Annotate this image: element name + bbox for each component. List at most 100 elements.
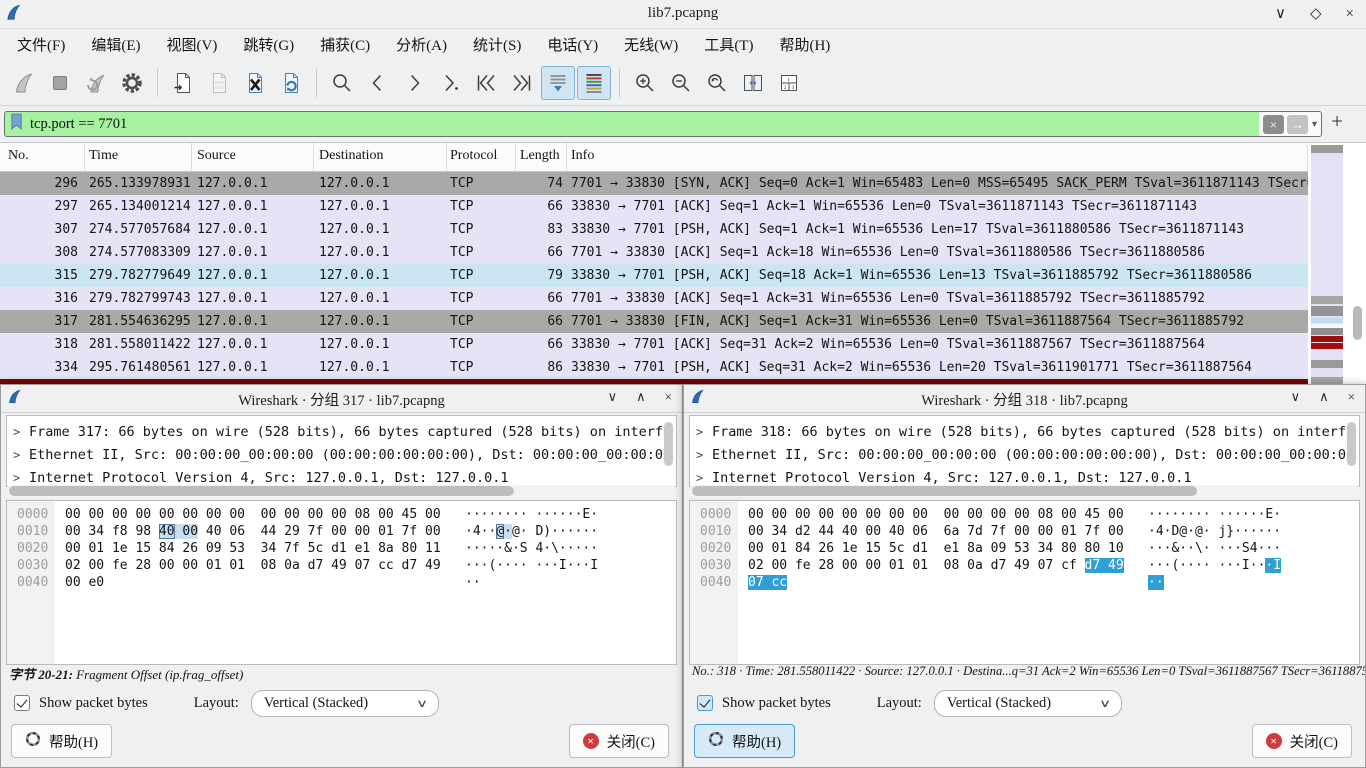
hex-line[interactable]: 000000 00 00 00 00 00 00 00 00 00 00 00 … [690, 506, 1359, 523]
packet-row-318[interactable]: 318281.558011422127.0.0.1127.0.0.1TCP663… [0, 333, 1308, 356]
bookmark-icon[interactable] [10, 113, 23, 135]
column-header-len[interactable]: Length [516, 143, 567, 171]
restart-capture-icon[interactable] [79, 66, 113, 100]
find-packet-icon[interactable] [325, 66, 359, 100]
go-last-packet-icon[interactable] [505, 66, 539, 100]
packet-row-315[interactable]: 315279.782779649127.0.0.1127.0.0.1TCP793… [0, 264, 1308, 287]
minimize-button[interactable]: ∨ [1291, 389, 1301, 405]
column-header-dst[interactable]: Destination [314, 143, 447, 171]
column-header-src[interactable]: Source [192, 143, 314, 171]
filter-dropdown-caret-icon[interactable]: ▾ [1312, 119, 1317, 130]
column-header-time[interactable]: Time [85, 143, 192, 171]
go-to-packet-icon[interactable] [433, 66, 467, 100]
tree-item[interactable]: >Ethernet II, Src: 00:00:00_00:00:00 (00… [7, 443, 676, 466]
hex-line[interactable]: 002000 01 84 26 1e 15 5c d1 e1 8a 09 53 … [690, 540, 1359, 557]
packet-row-307[interactable]: 307274.577057684127.0.0.1127.0.0.1TCP833… [0, 218, 1308, 241]
auto-scroll-icon[interactable] [541, 66, 575, 100]
packet-row-334[interactable]: 334295.761480561127.0.0.1127.0.0.1TCP863… [0, 356, 1308, 379]
expander-icon[interactable]: > [13, 471, 29, 485]
column-header-info[interactable]: Info [567, 143, 1308, 171]
display-filter-input[interactable]: tcp.port == 7701 [5, 112, 1259, 136]
colorize-packets-icon[interactable] [577, 66, 611, 100]
expander-icon[interactable]: > [13, 448, 29, 462]
minimize-button[interactable]: ∨ [1275, 4, 1286, 24]
close-button[interactable]: × [665, 389, 672, 405]
maximize-button[interactable]: ∧ [1319, 389, 1329, 405]
menu-item[interactable]: 统计(S) [460, 30, 534, 59]
menu-item[interactable]: 文件(F) [4, 30, 78, 59]
help-button[interactable]: 帮助(H) [11, 724, 112, 758]
close-button[interactable]: × [1348, 389, 1355, 405]
zoom-in-icon[interactable] [628, 66, 662, 100]
capture-options-icon[interactable] [115, 66, 149, 100]
hex-line[interactable]: 004000 e0·· [7, 574, 676, 591]
scrollbar-minimap[interactable] [1311, 145, 1343, 384]
show-packet-bytes-checkbox[interactable] [14, 695, 30, 711]
menu-item[interactable]: 无线(W) [611, 30, 691, 59]
column-header-no[interactable]: No. [0, 143, 85, 171]
tree-item[interactable]: >Frame 317: 66 bytes on wire (528 bits),… [7, 420, 676, 443]
menu-item[interactable]: 编辑(E) [78, 30, 153, 59]
hex-line[interactable]: 000000 00 00 00 00 00 00 00 00 00 00 00 … [7, 506, 676, 523]
menu-item[interactable]: 电话(Y) [534, 30, 611, 59]
save-file-icon[interactable]: 01010110 [202, 66, 236, 100]
hex-line[interactable]: 002000 01 1e 15 84 26 09 53 34 7f 5c d1 … [7, 540, 676, 557]
horizontal-scrollbar[interactable] [6, 485, 677, 497]
hex-line[interactable]: 001000 34 d2 44 40 00 40 06 6a 7d 7f 00 … [690, 523, 1359, 540]
menu-item[interactable]: 工具(T) [691, 30, 766, 59]
start-capture-icon[interactable] [7, 66, 41, 100]
expander-icon[interactable]: > [13, 425, 29, 439]
hex-line[interactable]: 003002 00 fe 28 00 00 01 01 08 0a d7 49 … [7, 557, 676, 574]
clear-filter-button[interactable]: × [1263, 115, 1284, 134]
close-window-button[interactable]: × 关闭(C) [1252, 724, 1352, 758]
tree-item[interactable]: >Internet Protocol Version 4, Src: 127.0… [690, 466, 1359, 487]
packet-row-297[interactable]: 297265.134001214127.0.0.1127.0.0.1TCP663… [0, 195, 1308, 218]
open-file-icon[interactable] [166, 66, 200, 100]
horizontal-scrollbar-handle[interactable] [9, 486, 514, 496]
vertical-scrollbar-handle[interactable] [1353, 306, 1362, 340]
go-forward-icon[interactable] [397, 66, 431, 100]
help-button[interactable]: 帮助(H) [694, 724, 795, 758]
menu-item[interactable]: 跳转(G) [230, 30, 307, 59]
layout-select[interactable]: Vertical (Stacked) ∨ [251, 690, 439, 717]
menu-item[interactable]: 分析(A) [383, 30, 460, 59]
stop-capture-icon[interactable] [43, 66, 77, 100]
expander-icon[interactable]: > [696, 425, 712, 439]
menu-item[interactable]: 视图(V) [154, 30, 231, 59]
hex-line[interactable]: 001000 34 f8 98 40 00 40 06 44 29 7f 00 … [7, 523, 676, 540]
hex-line[interactable]: 004007 cc·· [690, 574, 1359, 591]
resize-columns-icon[interactable] [736, 66, 770, 100]
packet-row-308[interactable]: 308274.577083309127.0.0.1127.0.0.1TCP667… [0, 241, 1308, 264]
maximize-button[interactable]: ◇ [1310, 4, 1322, 24]
minimize-button[interactable]: ∨ [608, 389, 618, 405]
layout-select[interactable]: Vertical (Stacked) ∨ [934, 690, 1122, 717]
zoom-reset-icon[interactable] [700, 66, 734, 100]
column-header-proto[interactable]: Protocol [447, 143, 516, 171]
packet-row-316[interactable]: 316279.782799743127.0.0.1127.0.0.1TCP667… [0, 287, 1308, 310]
close-file-icon[interactable] [238, 66, 272, 100]
horizontal-scrollbar-handle[interactable] [692, 486, 1197, 496]
close-window-button[interactable]: × 关闭(C) [569, 724, 669, 758]
tree-item[interactable]: >Frame 318: 66 bytes on wire (528 bits),… [690, 420, 1359, 443]
menu-item[interactable]: 帮助(H) [766, 30, 843, 59]
close-button[interactable]: × [1346, 4, 1354, 24]
tree-scrollbar-handle[interactable] [1347, 422, 1356, 466]
hex-line[interactable]: 003002 00 fe 28 00 00 01 01 08 0a d7 49 … [690, 557, 1359, 574]
horizontal-scrollbar[interactable] [689, 485, 1360, 497]
display-filter-field[interactable]: tcp.port == 7701 × → ▾ [4, 111, 1322, 137]
go-first-packet-icon[interactable] [469, 66, 503, 100]
reload-file-icon[interactable] [274, 66, 308, 100]
apply-filter-button[interactable]: → [1287, 115, 1308, 134]
show-packet-bytes-checkbox[interactable] [697, 695, 713, 711]
go-back-icon[interactable] [361, 66, 395, 100]
maximize-button[interactable]: ∧ [636, 389, 646, 405]
menu-item[interactable]: 捕获(C) [307, 30, 383, 59]
expander-icon[interactable]: > [696, 471, 712, 485]
fixed-width-columns-icon[interactable]: 123 [772, 66, 806, 100]
tree-item[interactable]: >Internet Protocol Version 4, Src: 127.0… [7, 466, 676, 487]
tree-item[interactable]: >Ethernet II, Src: 00:00:00_00:00:00 (00… [690, 443, 1359, 466]
tree-scrollbar-handle[interactable] [664, 422, 673, 466]
add-filter-button[interactable]: + [1325, 109, 1349, 134]
packet-row-317[interactable]: 317281.554636295127.0.0.1127.0.0.1TCP667… [0, 310, 1308, 333]
zoom-out-icon[interactable] [664, 66, 698, 100]
